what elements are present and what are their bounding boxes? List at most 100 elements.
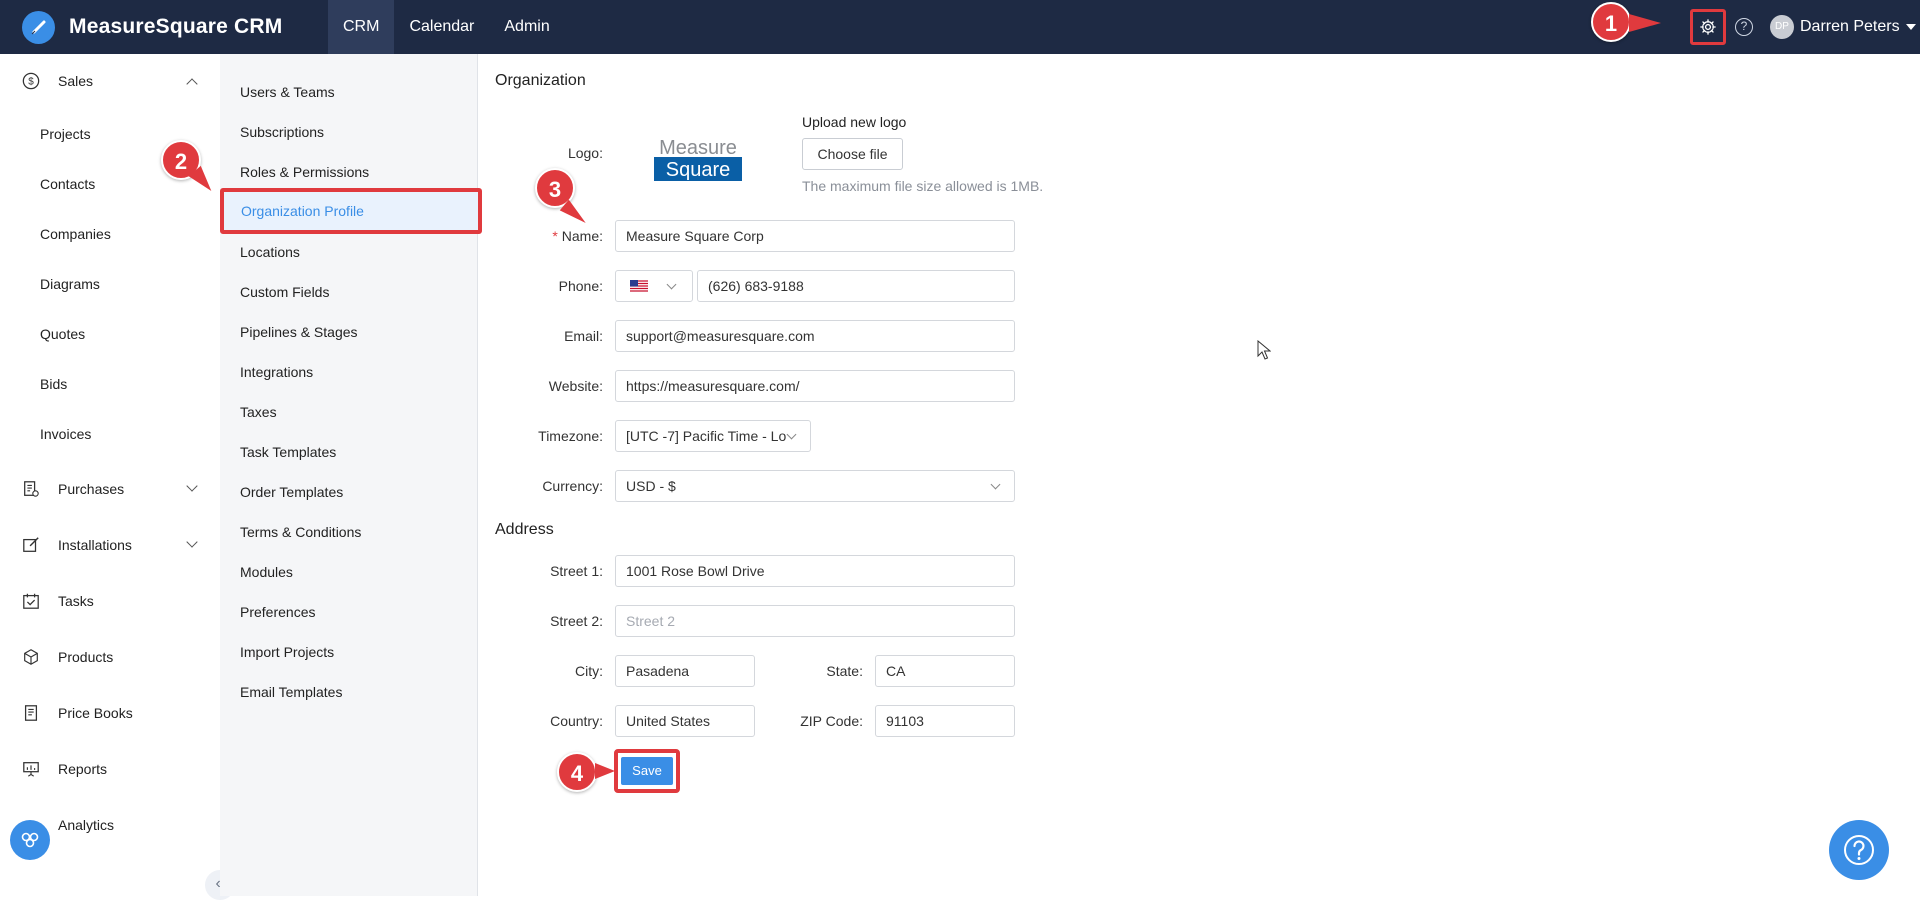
assistant-button[interactable] [10,820,50,860]
sidebar-label-purchases: Purchases [58,481,125,497]
country-label: Country: [550,713,603,729]
sidebar-label-analytics: Analytics [58,817,115,833]
settings-item-organization-profile-label: Organization Profile [241,203,364,219]
name-label-text: Name: [561,228,603,244]
team-icon [21,832,39,848]
gear-icon [1700,19,1716,35]
choose-file-button[interactable]: Choose file [802,138,903,170]
annotation-4: 4 [557,752,597,792]
settings-item-users-teams[interactable]: Users & Teams [240,84,335,100]
sidebar-item-sales[interactable]: $ Sales [0,70,93,92]
settings-item-integrations[interactable]: Integrations [240,364,313,380]
calendar-check-icon [20,590,42,612]
email-input[interactable]: support@measuresquare.com [615,320,1015,352]
sidebar-item-bids[interactable]: Bids [40,376,67,392]
sidebar-item-reports[interactable]: Reports [0,758,107,780]
question-icon [1844,835,1874,865]
sidebar-item-price-books[interactable]: Price Books [0,702,133,724]
settings-item-custom-fields[interactable]: Custom Fields [240,284,329,300]
street1-input[interactable]: 1001 Rose Bowl Drive [615,555,1015,587]
sidebar-item-products[interactable]: Products [0,646,113,668]
street2-input[interactable]: Street 2 [615,605,1015,637]
sidebar-item-purchases[interactable]: Purchases [0,478,124,500]
settings-button[interactable] [1690,9,1726,45]
logo-text-top: Measure [659,137,737,159]
chevron-down-icon [990,479,1001,490]
presentation-chart-icon [20,758,42,780]
sidebar-item-installations[interactable]: Installations [0,534,132,556]
timezone-label: Timezone: [538,428,603,444]
user-menu[interactable]: DP Darren Peters [1770,15,1916,39]
currency-value: USD - $ [626,478,676,494]
annotation-3-pointer [559,199,591,229]
settings-item-roles-permissions[interactable]: Roles & Permissions [240,164,369,180]
website-input[interactable]: https://measuresquare.com/ [615,370,1015,402]
city-label: City: [575,663,603,679]
email-label: Email: [564,328,603,344]
settings-item-organization-profile[interactable]: Organization Profile [220,188,482,234]
mouse-cursor-icon [1257,340,1271,360]
annotation-1-pointer [1629,14,1661,32]
settings-item-task-templates[interactable]: Task Templates [240,444,336,460]
chevron-down-icon[interactable] [186,536,198,548]
phone-label: Phone: [558,278,603,294]
caret-down-icon [1905,24,1916,30]
avatar: DP [1770,15,1794,39]
app-name: MeasureSquare CRM [69,15,283,38]
sidebar-item-tasks[interactable]: Tasks [0,590,94,612]
brand[interactable]: MeasureSquare CRM [0,0,328,54]
state-label: State: [826,663,863,679]
sidebar-item-projects[interactable]: Projects [40,126,91,142]
phone-input[interactable]: (626) 683-9188 [697,270,1015,302]
settings-item-pipelines-stages[interactable]: Pipelines & Stages [240,324,358,340]
user-name: Darren Peters [1800,18,1900,35]
sidebar-item-companies[interactable]: Companies [40,226,111,242]
chevron-up-icon[interactable] [186,78,198,90]
timezone-select[interactable]: [UTC -7] Pacific Time - Lo [615,420,811,452]
svg-text:$: $ [28,77,34,88]
settings-item-subscriptions[interactable]: Subscriptions [240,124,324,140]
sidebar-item-diagrams[interactable]: Diagrams [40,276,100,292]
chevron-down-icon [786,429,797,440]
settings-item-email-templates[interactable]: Email Templates [240,684,342,700]
name-input[interactable]: Measure Square Corp [615,220,1015,252]
cube-icon [20,646,42,668]
nav-admin[interactable]: Admin [489,0,564,54]
phone-country-select[interactable] [615,270,693,302]
currency-select[interactable]: USD - $ [615,470,1015,502]
settings-item-locations[interactable]: Locations [240,244,300,260]
settings-item-import-projects[interactable]: Import Projects [240,644,334,660]
sidebar-label-sales: Sales [58,73,94,89]
website-label: Website: [548,378,603,394]
book-icon [20,702,42,724]
settings-item-terms-conditions[interactable]: Terms & Conditions [240,524,361,540]
chevron-down-icon [666,279,677,290]
sidebar-label-reports: Reports [58,761,108,777]
zip-label: ZIP Code: [800,713,863,729]
sidebar-item-invoices[interactable]: Invoices [40,426,91,442]
upload-hint: The maximum file size allowed is 1MB. [802,178,1044,194]
country-input[interactable]: United States [615,705,755,737]
required-marker: * [552,228,558,244]
brand-logo-icon [22,10,55,44]
annotation-4-pointer [595,763,615,779]
sidebar-item-contacts[interactable]: Contacts [40,176,95,192]
help-fab[interactable] [1829,820,1889,880]
sidebar-item-quotes[interactable]: Quotes [40,326,85,342]
chevron-down-icon[interactable] [186,480,198,492]
nav-calendar[interactable]: Calendar [394,0,489,54]
logo-text-bottom: Square [666,159,731,181]
settings-item-taxes[interactable]: Taxes [240,404,277,420]
city-input[interactable]: Pasadena [615,655,755,687]
zip-input[interactable]: 91103 [875,705,1015,737]
settings-item-order-templates[interactable]: Order Templates [240,484,343,500]
upload-logo-title: Upload new logo [802,114,907,130]
nav-crm[interactable]: CRM [328,0,395,54]
settings-item-modules[interactable]: Modules [240,564,293,580]
help-icon[interactable]: ? [1735,18,1753,36]
annotation-1: 1 [1591,2,1631,42]
sidebar-label-tasks: Tasks [58,593,94,609]
state-input[interactable]: CA [875,655,1015,687]
save-button[interactable]: Save [621,757,673,785]
settings-item-preferences[interactable]: Preferences [240,604,315,620]
